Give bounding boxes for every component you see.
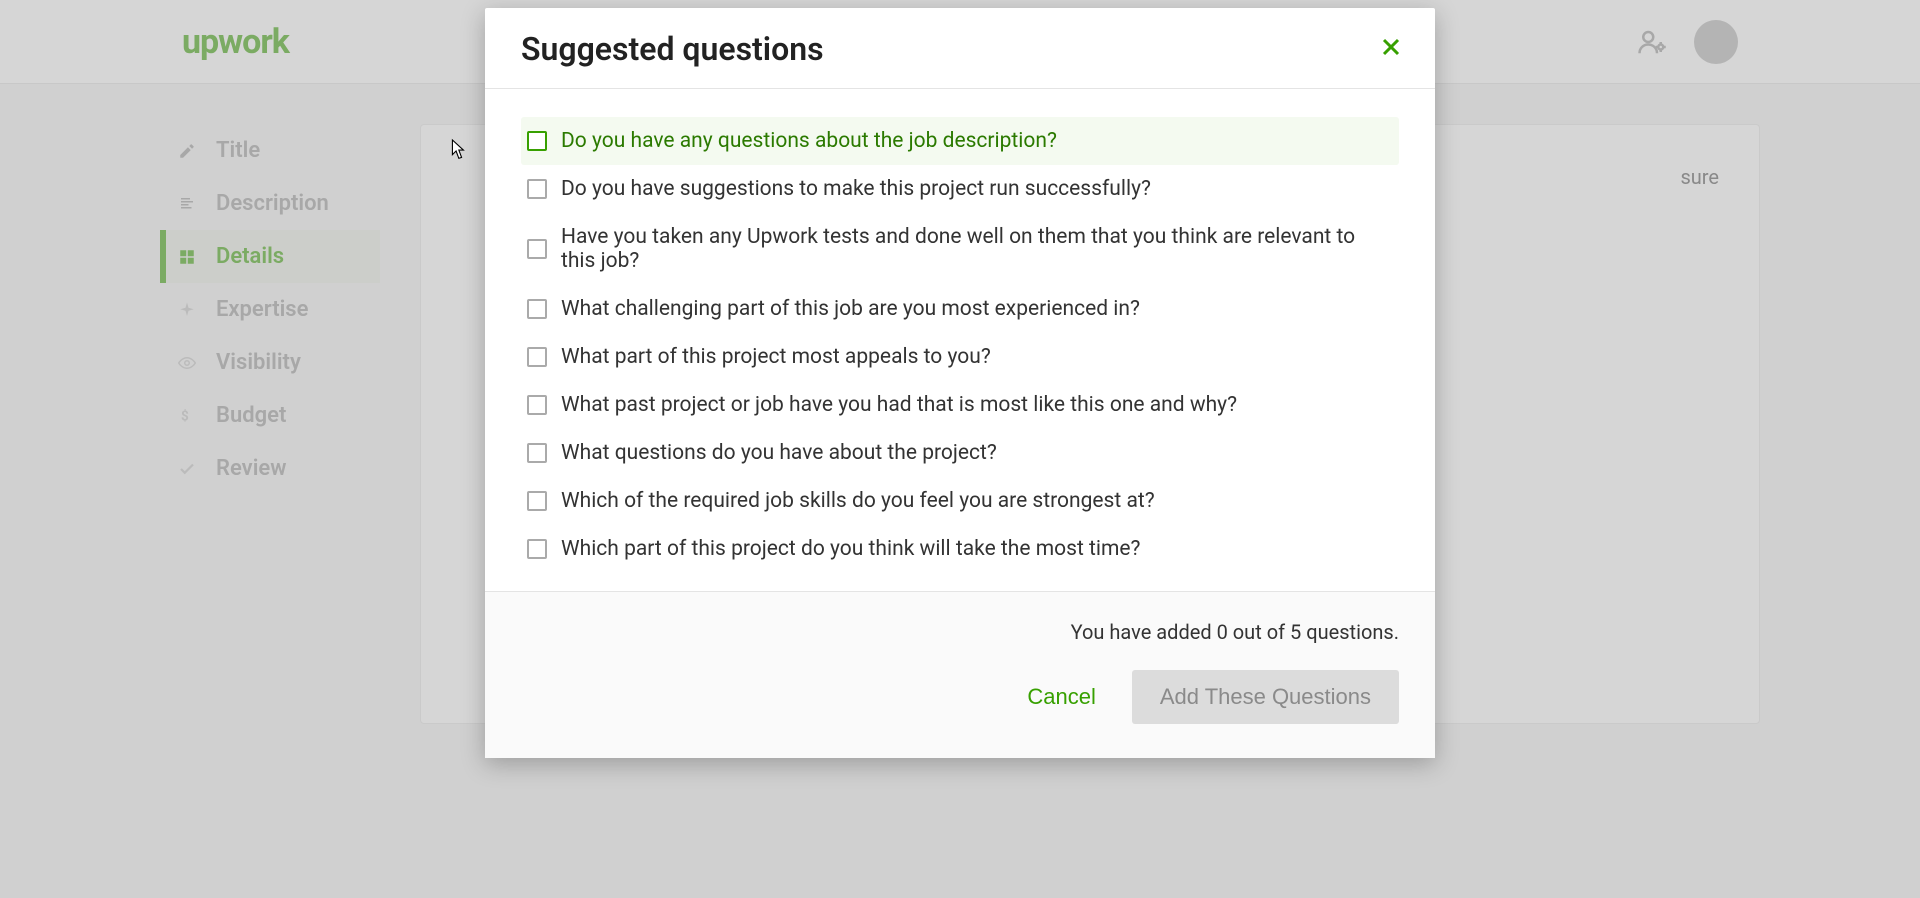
checkbox[interactable]	[527, 347, 547, 367]
close-button[interactable]	[1375, 31, 1407, 68]
question-text: Have you taken any Upwork tests and done…	[561, 225, 1393, 273]
selection-count: You have added 0 out of 5 questions.	[1071, 620, 1399, 644]
question-text: Do you have suggestions to make this pro…	[561, 177, 1151, 201]
checkbox[interactable]	[527, 131, 547, 151]
cancel-button[interactable]: Cancel	[1019, 674, 1103, 720]
modal-overlay: Suggested questions Do you have any ques…	[0, 0, 1920, 898]
checkbox[interactable]	[527, 491, 547, 511]
checkbox[interactable]	[527, 299, 547, 319]
question-text: Which part of this project do you think …	[561, 537, 1140, 561]
checkbox[interactable]	[527, 395, 547, 415]
question-option[interactable]: Have you taken any Upwork tests and done…	[521, 213, 1399, 285]
suggested-questions-modal: Suggested questions Do you have any ques…	[485, 8, 1435, 758]
question-text: What past project or job have you had th…	[561, 393, 1237, 417]
checkbox[interactable]	[527, 443, 547, 463]
question-option[interactable]: Do you have suggestions to make this pro…	[521, 165, 1399, 213]
question-text: What part of this project most appeals t…	[561, 345, 991, 369]
question-option[interactable]: What part of this project most appeals t…	[521, 333, 1399, 381]
question-option[interactable]: What past project or job have you had th…	[521, 381, 1399, 429]
add-questions-button[interactable]: Add These Questions	[1132, 670, 1399, 724]
question-option[interactable]: Which of the required job skills do you …	[521, 477, 1399, 525]
checkbox[interactable]	[527, 539, 547, 559]
modal-title: Suggested questions	[521, 30, 824, 68]
question-option[interactable]: Which part of this project do you think …	[521, 525, 1399, 573]
question-text: What questions do you have about the pro…	[561, 441, 997, 465]
question-option[interactable]: Do you have any questions about the job …	[521, 117, 1399, 165]
checkbox[interactable]	[527, 239, 547, 259]
question-text: What challenging part of this job are yo…	[561, 297, 1140, 321]
question-option[interactable]: What questions do you have about the pro…	[521, 429, 1399, 477]
question-option[interactable]: What challenging part of this job are yo…	[521, 285, 1399, 333]
question-list: Do you have any questions about the job …	[485, 89, 1435, 591]
question-text: Which of the required job skills do you …	[561, 489, 1155, 513]
close-icon	[1379, 34, 1403, 65]
question-text: Do you have any questions about the job …	[561, 129, 1057, 153]
checkbox[interactable]	[527, 179, 547, 199]
